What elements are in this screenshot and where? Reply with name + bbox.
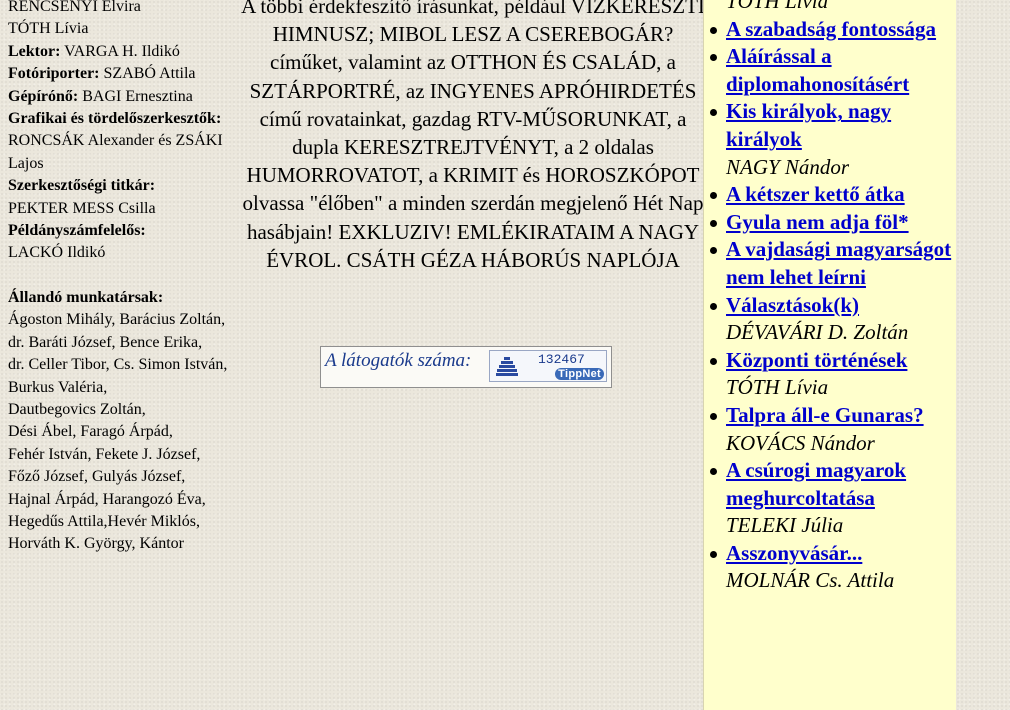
imprint-value: TÓTH Lívia xyxy=(8,20,89,38)
staff-entry: dr. Baráti József, Bence Erika, xyxy=(8,333,203,351)
promo-text: A többi érdekfeszítő írásunkat, például … xyxy=(241,0,705,272)
staff-entry: Főző József, Gulyás József, xyxy=(8,468,186,486)
stack-icon xyxy=(496,357,518,376)
bullet-icon xyxy=(710,109,717,117)
imprint-line: Fotóriporter: SZABÓ Attila xyxy=(8,63,233,85)
counter-value: 132467 xyxy=(538,352,585,367)
bullet-icon xyxy=(710,192,717,200)
bullet-icon xyxy=(710,219,717,227)
imprint-line: RONCSÁK Alexander és ZSÁKI Lajos xyxy=(8,130,233,175)
imprint-value: BAGI Ernesztina xyxy=(78,87,193,105)
imprint-line: TÓTH Lívia xyxy=(8,18,233,40)
article-item: A kétszer kettő átka xyxy=(710,181,956,209)
left-column: RENCSÉNYI Elvira TÓTH Lívia Lektor: VARGA … xyxy=(8,0,233,556)
counter-box: 132467 TippNet xyxy=(489,350,607,382)
imprint-label: Lektor: xyxy=(8,42,61,60)
article-item: Gyula nem adja föl* xyxy=(710,209,956,237)
imprint-label: Grafikai és tördelőszerkesztők: xyxy=(8,110,222,128)
imprint-value: LACKÓ Ildikó xyxy=(8,244,106,262)
bullet-icon xyxy=(710,468,717,476)
article-link[interactable]: A vajdasági magyarságot nem lehet leírni xyxy=(726,237,951,289)
article-link[interactable]: Kis királyok, nagy királyok xyxy=(726,99,891,151)
staff-entry: Fehér István, Fekete J. József, xyxy=(8,445,201,463)
article-item: TÓTH Lívia xyxy=(726,0,956,16)
imprint-label: Fotóriporter: xyxy=(8,65,100,83)
bullet-icon xyxy=(710,412,717,420)
article-link[interactable]: Talpra áll-e Gunaras? xyxy=(726,403,924,427)
article-item: Talpra áll-e Gunaras? KOVÁCS Nándor xyxy=(710,402,956,457)
staff-heading: Állandó munkatársak: xyxy=(8,288,164,306)
bullet-icon xyxy=(710,550,717,558)
imprint-value: RONCSÁK Alexander és ZSÁKI Lajos xyxy=(8,132,223,172)
staff-entry: Dautbegovics Zoltán, xyxy=(8,400,146,418)
imprint-list: RENCSÉNYI Elvira TÓTH Lívia Lektor: VARGA … xyxy=(8,0,233,265)
bullet-icon xyxy=(710,54,717,62)
article-item: Kis királyok, nagy királyok NAGY Nándor xyxy=(710,98,956,181)
article-item: Választások(k) DÉVAVÁRI D. Zoltán xyxy=(710,292,956,347)
article-author: TELEKI Júlia xyxy=(726,513,844,538)
article-link[interactable]: Választások(k) xyxy=(726,293,859,317)
imprint-line: Lektor: VARGA H. Ildikó xyxy=(8,41,233,63)
article-item: A szabadság fontossága xyxy=(710,16,956,44)
staff-entry: Ágoston Mihály, Barácius Zoltán, xyxy=(8,311,226,329)
imprint-line: Grafikai és tördelőszerkesztők: xyxy=(8,108,233,130)
article-author: TÓTH Lívia xyxy=(726,375,829,400)
article-link[interactable]: Aláírással a diplomahonosításért xyxy=(726,44,909,96)
article-link[interactable]: Gyula nem adja föl* xyxy=(726,210,909,234)
bullet-icon xyxy=(710,357,717,365)
visitor-counter[interactable]: A látogatók száma: 132467 TippNet xyxy=(320,346,612,388)
article-item: Asszonyvásár... MOLNÁR Cs. Attila xyxy=(710,540,956,595)
article-author: KOVÁCS Nándor xyxy=(726,430,875,455)
imprint-line: Példányszámfelelős: xyxy=(8,220,233,242)
staff-entry: dr. Celler Tibor, Cs. Simon István, xyxy=(8,356,228,374)
article-link[interactable]: A szabadság fontossága xyxy=(726,17,936,41)
article-item: Aláírással a diplomahonosításért xyxy=(710,43,956,98)
imprint-line: LACKÓ Ildikó xyxy=(8,242,233,264)
article-item: A vajdasági magyarságot nem lehet leírni xyxy=(710,236,956,291)
article-link[interactable]: A kétszer kettő átka xyxy=(726,182,905,206)
article-list: TÓTH Lívia A szabadság fontossága Aláíráss… xyxy=(710,0,956,595)
article-item: A csúrogi magyarok meghurcoltatása TELEKI… xyxy=(710,457,956,540)
article-item: Központi történések TÓTH Lívia xyxy=(710,347,956,402)
imprint-value: SZABÓ Attila xyxy=(99,65,196,83)
imprint-value: PEKTER MESS Csilla xyxy=(8,199,156,217)
article-link[interactable]: Asszonyvásár... xyxy=(726,541,862,565)
bullet-icon xyxy=(710,302,717,310)
staff-entry: Burkus Valéria, xyxy=(8,378,108,396)
imprint-line: RENCSÉNYI Elvira xyxy=(8,0,233,18)
staff-entry: Horváth K. György, Kántor xyxy=(8,535,184,553)
counter-label: A látogatók száma: xyxy=(325,350,472,371)
center-column: A többi érdekfeszítő írásunkat, például … xyxy=(238,0,708,274)
staff-list: Ágoston Mihály, Barácius Zoltán, dr. Bará… xyxy=(8,309,233,555)
imprint-value: RENCSÉNYI Elvira xyxy=(8,0,141,15)
page-margin xyxy=(955,0,1010,710)
imprint-label: Gépírónő: xyxy=(8,87,79,105)
tippnet-logo[interactable]: TippNet xyxy=(555,368,604,380)
imprint-line: Gépírónő: BAGI Ernesztina xyxy=(8,86,233,108)
article-author: NAGY Nándor xyxy=(726,154,850,179)
article-link[interactable]: Központi történések xyxy=(726,348,907,372)
article-author: MOLNÁR Cs. Attila xyxy=(726,568,895,593)
article-author: DÉVAVÁRI D. Zoltán xyxy=(726,320,909,345)
imprint-label: Példányszámfelelős: xyxy=(8,222,146,240)
staff-entry: Hajnal Árpád, Harangozó Éva, xyxy=(8,490,206,508)
imprint-line: PEKTER MESS Csilla xyxy=(8,198,233,220)
article-author: TÓTH Lívia xyxy=(726,0,829,13)
article-link[interactable]: A csúrogi magyarok meghurcoltatása xyxy=(726,458,906,510)
bullet-icon xyxy=(710,247,717,255)
bullet-icon xyxy=(710,26,717,34)
staff-entry: Hegedűs Attila,Hevér Miklós, xyxy=(8,512,200,530)
imprint-label: Szerkesztőségi titkár: xyxy=(8,177,156,195)
right-sidebar: TÓTH Lívia A szabadság fontossága Aláíráss… xyxy=(703,0,956,710)
imprint-line: Szerkesztőségi titkár: xyxy=(8,175,233,197)
imprint-value: VARGA H. Ildikó xyxy=(60,42,180,60)
staff-entry: Dési Ábel, Faragó Árpád, xyxy=(8,423,173,441)
